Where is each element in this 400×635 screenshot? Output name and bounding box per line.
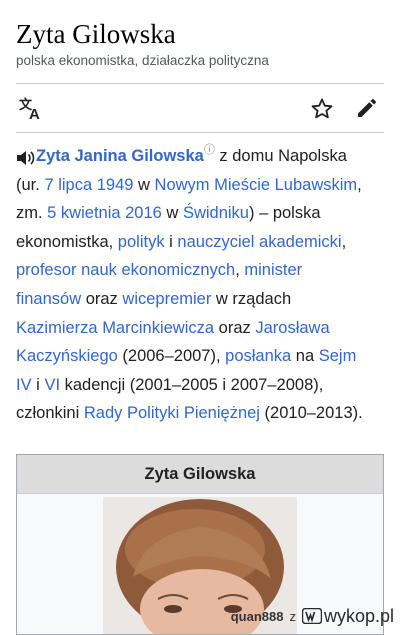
pencil-icon[interactable] [355,96,379,120]
wiki-link[interactable]: Kaczyńskiego [16,347,118,365]
paragraph-text: w [161,204,183,223]
wiki-link[interactable]: minister [244,261,302,279]
paragraph-text: ekonomistka, [16,232,118,251]
paragraph-text: w [133,175,155,194]
paragraph-text: kadencji (2001–2005 i 2007–2008), [60,375,324,394]
lead-line-1: (ur. 7 lipca 1949 w Nowym Mieście Lubaws… [16,171,386,200]
watermark-user: quan888 [230,608,284,624]
watermark-site: wykop.pl [323,605,394,626]
lead-line-7: Kaczyńskiego (2006–2007), posłanka na Se… [16,342,386,371]
paragraph-text: , [235,261,245,280]
divider-top [16,83,384,84]
wiki-link[interactable]: nauczyciel akademicki [177,233,341,251]
paragraph-text: , [357,175,362,194]
lead-line-0: Zyta Janina Gilowskaⓘ z domu Napolska [16,142,386,171]
info-icon[interactable]: ⓘ [204,144,215,156]
wiki-link[interactable]: Rady Polityki Pieniężnej [84,404,260,422]
lead-line-8: IV i VI kadencji (2001–2005 i 2007–2008)… [16,371,386,400]
paragraph-text: zm. [16,204,48,223]
wykop-logo: wykop.pl [301,605,394,627]
paragraph-text: , [341,232,347,251]
watermark: quan888 z wykop.pl [231,605,394,627]
lead-line-9: członkini Rady Polityki Pieniężnej (2010… [16,399,386,428]
lead-line-3: ekonomistka, polityk i nauczyciel akadem… [16,228,386,257]
divider-toolbar [16,132,384,133]
lead-paragraph: Zyta Janina Gilowskaⓘ z domu Napolska (u… [16,142,386,428]
wiki-link[interactable]: wicepremier [122,290,211,308]
wiki-link[interactable]: Kazimierza Marcinkiewicza [16,319,214,337]
paragraph-text: oraz [81,289,123,308]
subject-name-link[interactable]: Zyta Janina Gilowska [36,147,204,165]
paragraph-text: (ur. [16,175,45,194]
wiki-link[interactable]: posłanka [225,347,291,365]
paragraph-text: ) – polska [248,204,321,223]
wiki-link[interactable]: finansów [16,290,81,308]
paragraph-text: członkini [16,404,84,423]
wiki-link[interactable]: 5 kwietnia 2016 [47,204,162,222]
star-icon[interactable] [310,97,334,121]
wiki-link[interactable]: IV [16,376,32,394]
infobox-title: Zyta Gilowska [17,455,383,494]
lead-line-5: finansów oraz wicepremier w rządach [16,285,386,314]
wiki-link[interactable]: Nowym Mieście Lubawskim [155,176,358,194]
watermark-sep: z [289,608,296,624]
page-title: Zyta Gilowska [16,19,176,49]
paragraph-text: (2010–2013). [259,404,363,423]
lead-line-6: Kazimierza Marcinkiewicza oraz Jarosława [16,314,386,343]
wiki-link[interactable]: Sejm [319,347,357,365]
wiki-link[interactable]: Jarosława [255,319,329,337]
wiki-link[interactable]: VI [44,376,60,394]
lead-line-4: profesor nauk ekonomicznych, minister [16,256,386,285]
paragraph-text: z domu Napolska [219,147,347,165]
paragraph-text: i [31,375,45,394]
paragraph-text: na [291,347,319,366]
paragraph-text: w rządach [211,289,292,308]
lead-line-2: zm. 5 kwietnia 2016 w Świdniku) – polska [16,199,386,228]
paragraph-text: (2006–2007), [117,347,226,366]
wiki-link[interactable]: polityk [118,233,165,251]
wiki-link[interactable]: profesor nauk ekonomicznych [16,261,235,279]
paragraph-text: oraz [214,318,256,337]
page-subtitle: polska ekonomistka, działaczka polityczn… [16,53,269,68]
svg-text:A: A [29,106,40,122]
wiki-link[interactable]: 7 lipca 1949 [44,176,133,194]
translate-icon[interactable]: 文 A [18,96,46,122]
wykop-logo-icon [301,608,322,624]
paragraph-text: i [164,232,178,251]
wiki-link[interactable]: Świdniku [183,204,249,222]
